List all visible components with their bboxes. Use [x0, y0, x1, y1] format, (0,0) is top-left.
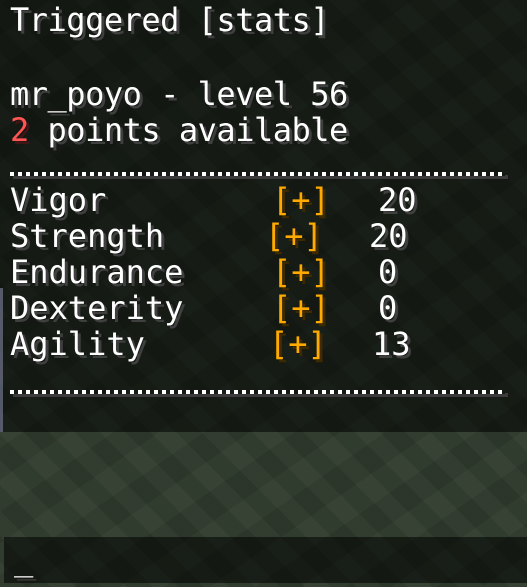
stat-row-strength: Strength [+] 20	[10, 218, 510, 254]
increase-vigor-button[interactable]: [+]	[272, 182, 330, 218]
stat-name: Vigor	[10, 181, 107, 219]
points-count: 2	[10, 111, 29, 149]
stat-name: Strength	[10, 217, 165, 255]
stat-value: 0	[378, 253, 398, 291]
stat-row-dexterity: Dexterity [+] 0	[10, 290, 510, 326]
stat-value: 0	[378, 289, 398, 327]
points-label: points available	[28, 111, 349, 149]
increase-strength-button[interactable]: [+]	[265, 218, 323, 254]
stat-row-vigor: Vigor [+] 20	[10, 182, 510, 218]
chat-title: Triggered [stats]	[10, 1, 330, 39]
stat-name: Dexterity	[10, 289, 184, 327]
divider-bottom	[10, 390, 505, 394]
chat-scroll-indicator	[0, 288, 3, 432]
stat-value: 20	[378, 181, 417, 219]
chat-input-field[interactable]: _	[4, 537, 527, 583]
stat-name: Endurance	[10, 253, 184, 291]
stat-value: 20	[369, 217, 408, 255]
increase-agility-button[interactable]: [+]	[269, 326, 327, 362]
divider-top	[10, 172, 505, 176]
increase-dexterity-button[interactable]: [+]	[272, 290, 330, 326]
points-available-line: 2 points available	[10, 112, 348, 148]
player-level-line: mr_poyo - level 56	[10, 75, 348, 113]
game-screen: Triggered [stats] mr_poyo - level 56 2 p…	[0, 0, 527, 587]
chat-panel: Triggered [stats] mr_poyo - level 56 2 p…	[0, 0, 527, 432]
increase-endurance-button[interactable]: [+]	[272, 254, 330, 290]
stat-value: 13	[372, 325, 411, 363]
stat-row-agility: Agility [+] 13	[10, 326, 510, 362]
stat-name: Agility	[10, 325, 145, 363]
text-cursor: _	[14, 540, 34, 578]
stat-row-endurance: Endurance [+] 0	[10, 254, 510, 290]
